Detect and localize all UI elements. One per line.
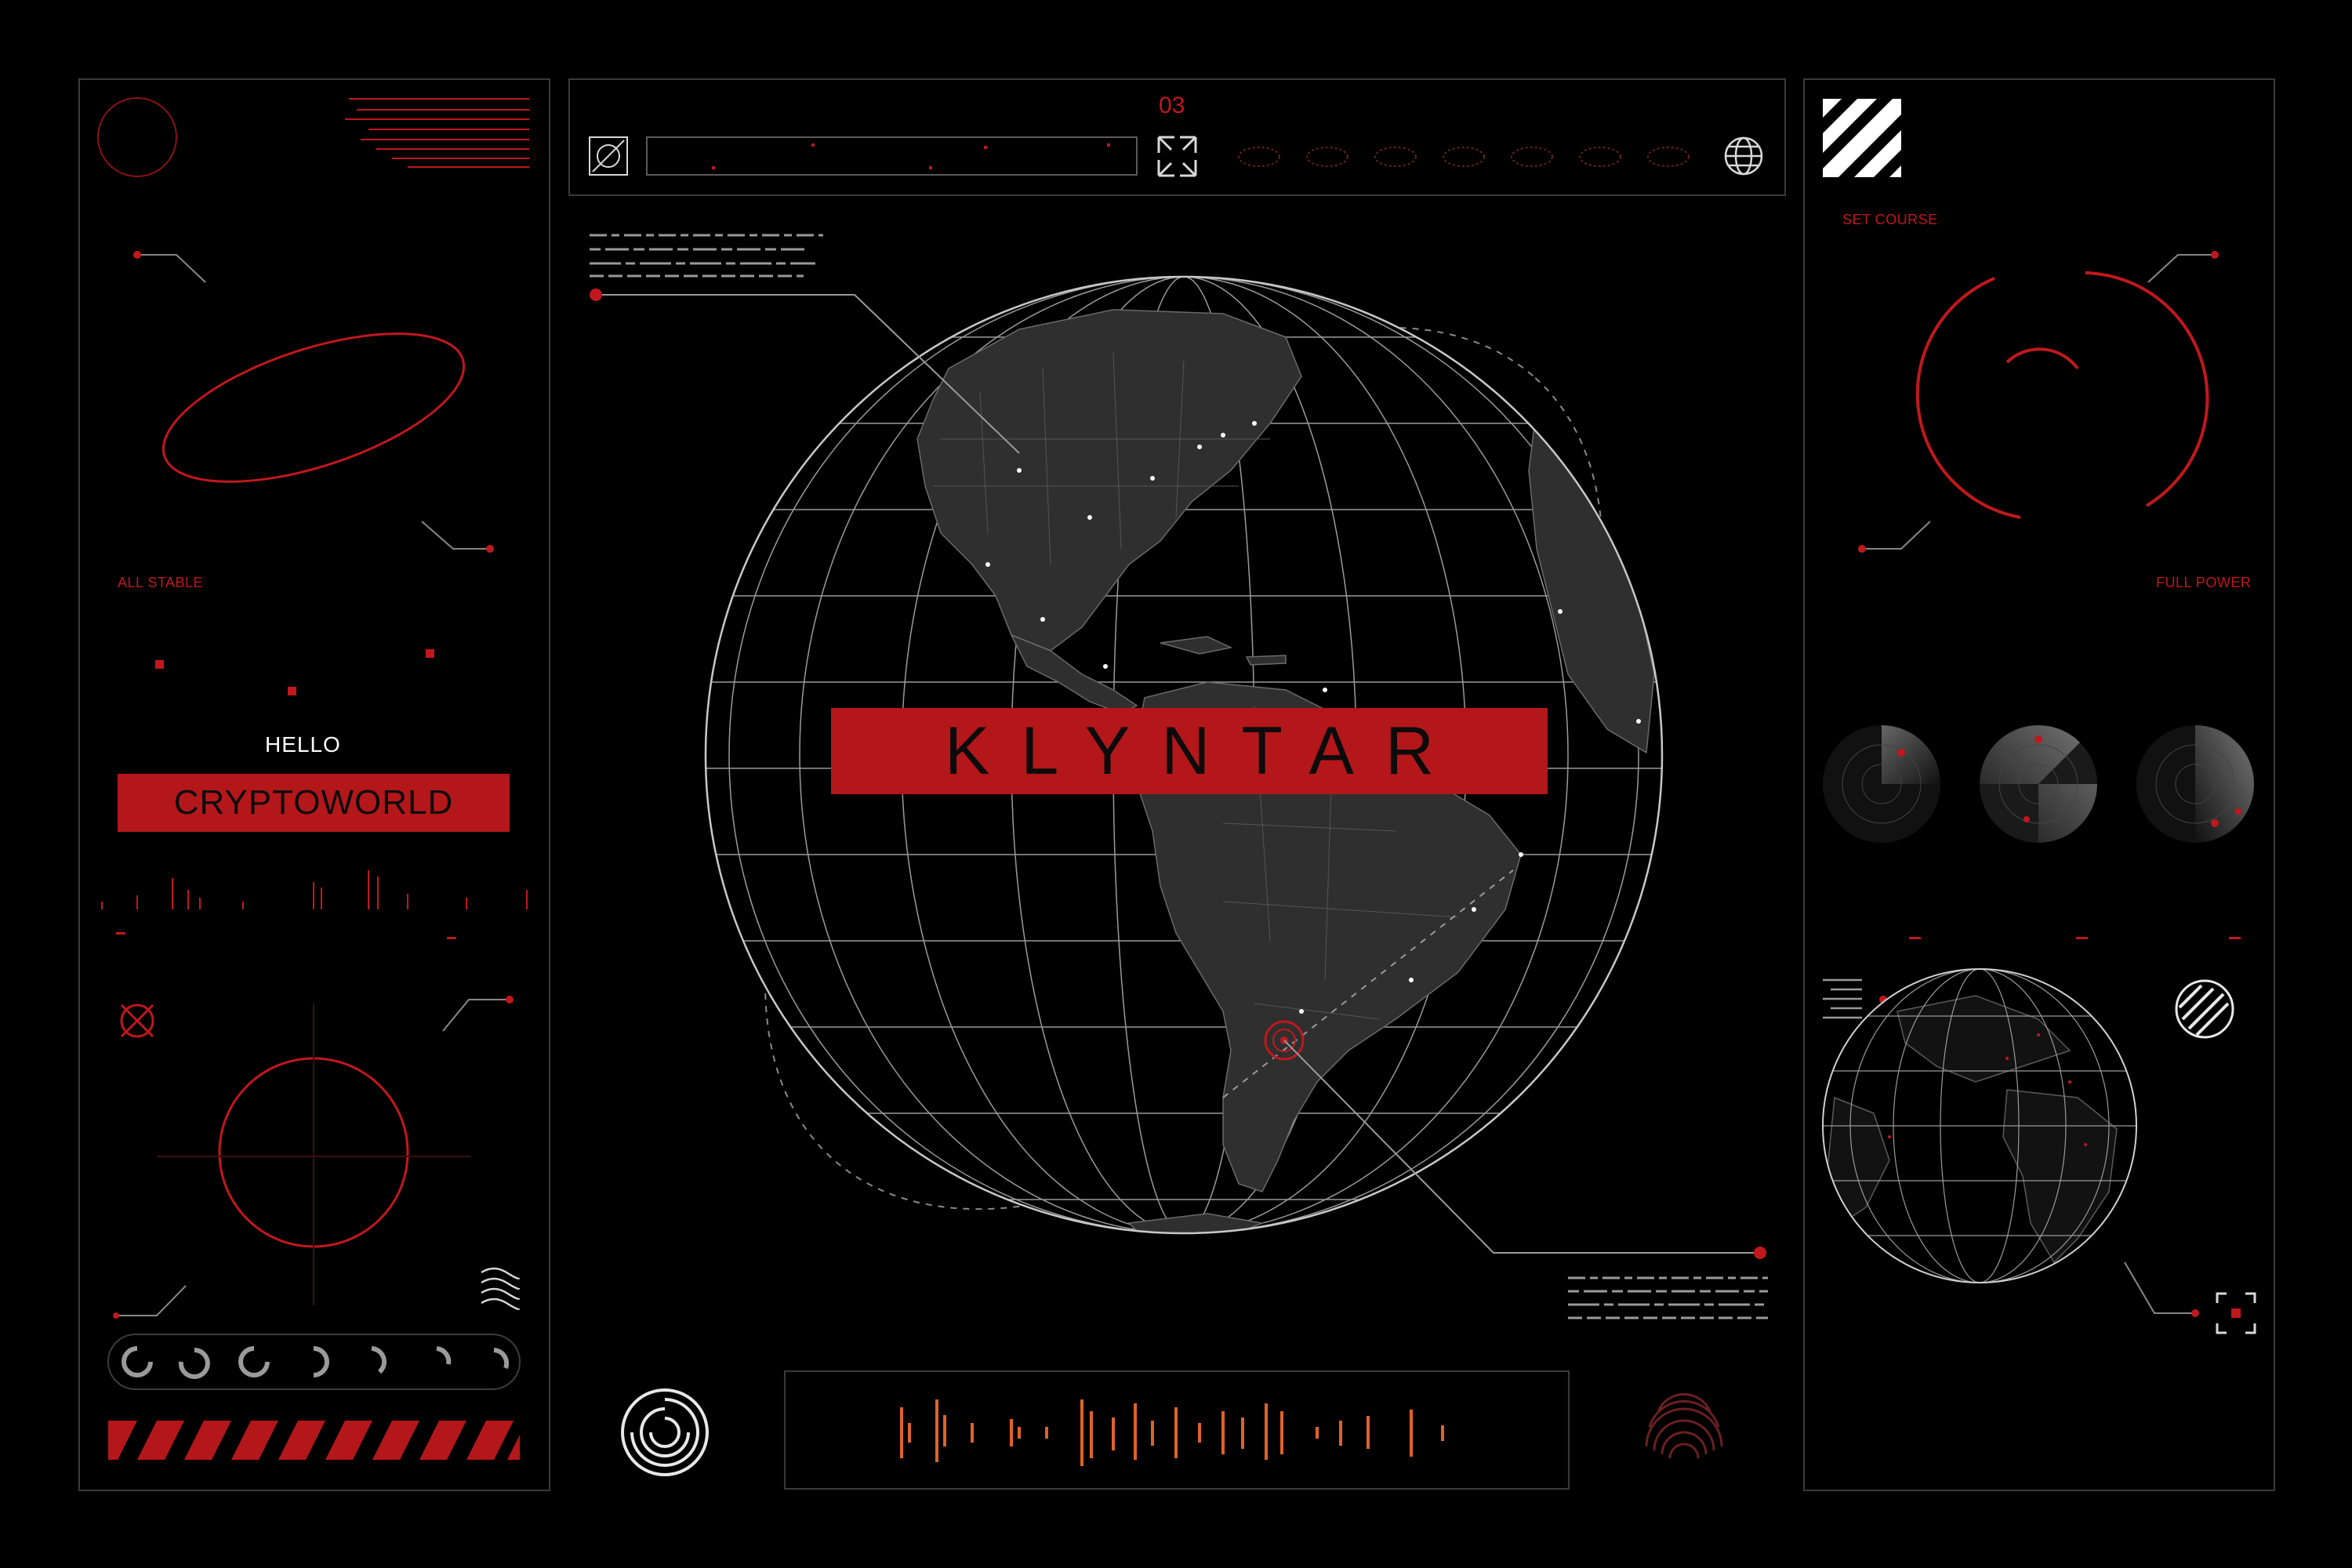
waveform-panel	[784, 1370, 1570, 1490]
cryptoworld-badge[interactable]: CRYPTOWORLD	[118, 774, 510, 832]
fingerprint-icon	[1645, 1392, 1723, 1459]
status-set-course: SET COURSE	[1842, 212, 1938, 227]
status-all-stable: ALL STABLE	[118, 575, 204, 590]
page-title: KLYNTAR	[831, 708, 1548, 794]
status-full-power: FULL POWER	[2156, 575, 2252, 590]
data-lines-top-left	[590, 234, 823, 278]
counter-label: 03	[1159, 93, 1185, 118]
data-lines-bottom-right	[1568, 1276, 1768, 1319]
greeting-text: HELLO	[265, 732, 341, 757]
right-panel	[1803, 78, 2275, 1491]
spiral-icon[interactable]	[621, 1388, 709, 1476]
